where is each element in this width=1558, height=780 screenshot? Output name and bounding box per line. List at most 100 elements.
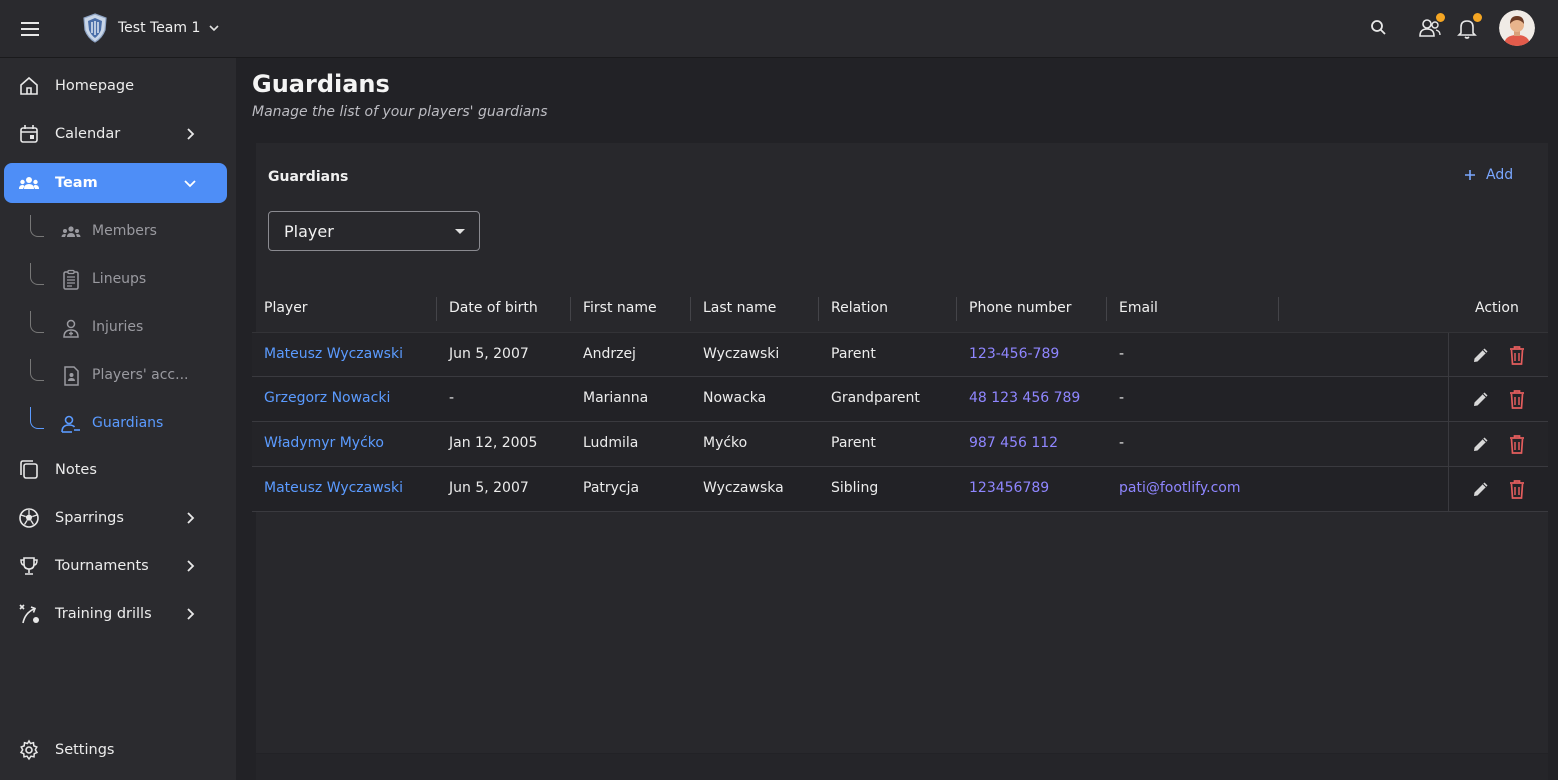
edit-pencil-icon[interactable] [1471, 389, 1491, 409]
action-cell [1448, 467, 1548, 511]
sidebar-item-label: Team [55, 175, 98, 191]
cell-dob: Jan 12, 2005 [449, 435, 538, 451]
player-link[interactable]: Władymyr Myćko [264, 435, 384, 451]
team-name: Test Team 1 [118, 20, 201, 36]
sidebar-subitem-guardians[interactable]: Guardians [30, 403, 227, 443]
sidebar-subitem-label: Members [92, 223, 157, 239]
tree-branch [30, 263, 44, 285]
cell-relation: Parent [831, 435, 876, 451]
table-row: Władymyr Myćko Jan 12, 2005 Ludmila Myćk… [252, 422, 1548, 467]
sidebar-item-settings[interactable]: Settings [4, 730, 227, 770]
sidebar-item-calendar[interactable]: Calendar [4, 114, 227, 154]
sidebar-item-label: Homepage [55, 78, 135, 94]
add-guardian-button[interactable]: Add [1462, 167, 1513, 183]
phone-link[interactable]: 123-456-789 [969, 346, 1059, 362]
col-header-relation[interactable]: Relation [831, 300, 888, 316]
delete-trash-icon[interactable] [1507, 478, 1527, 500]
chevron-right-icon [182, 510, 198, 526]
col-header-dob[interactable]: Date of birth [449, 300, 538, 316]
cell-last-name: Wyczawski [703, 346, 780, 362]
sidebar-subitem-players-accounts[interactable]: Players' acc... [30, 355, 227, 395]
page-subtitle: Manage the list of your players' guardia… [252, 104, 548, 120]
player-link[interactable]: Grzegorz Nowacki [264, 390, 390, 406]
email-link[interactable]: pati@footlify.com [1119, 480, 1241, 496]
sidebar-subitem-label: Lineups [92, 271, 147, 287]
cell-relation: Parent [831, 346, 876, 362]
sidebar-subitem-label: Guardians [92, 415, 164, 431]
chevron-right-icon [182, 606, 198, 622]
search-icon[interactable] [1366, 15, 1392, 41]
phone-link[interactable]: 987 456 112 [969, 435, 1058, 451]
notes-icon [18, 459, 40, 481]
team-requests-icon[interactable] [1417, 13, 1445, 41]
edit-pencil-icon[interactable] [1471, 434, 1491, 454]
column-separator [1106, 297, 1107, 321]
cell-first-name: Patrycja [583, 480, 640, 496]
notification-dot [1473, 13, 1482, 22]
sidebar-item-label: Sparrings [55, 510, 124, 526]
sidebar-item-tournaments[interactable]: Tournaments [4, 546, 227, 586]
edit-pencil-icon[interactable] [1471, 479, 1491, 499]
sidebar-subitem-members[interactable]: Members [30, 211, 227, 251]
sidebar-item-sparrings[interactable]: Sparrings [4, 498, 227, 538]
account-file-icon [60, 365, 82, 387]
col-header-first-name[interactable]: First name [583, 300, 657, 316]
caret-down-icon [455, 229, 465, 234]
tree-branch [30, 359, 44, 381]
cell-dob: Jun 5, 2007 [449, 346, 529, 362]
cell-last-name: Nowacka [703, 390, 767, 406]
col-header-email[interactable]: Email [1119, 300, 1158, 316]
phone-link[interactable]: 48 123 456 789 [969, 390, 1080, 406]
bell-icon[interactable] [1454, 13, 1482, 41]
guardian-icon [60, 413, 82, 435]
sidebar-item-notes[interactable]: Notes [4, 450, 227, 490]
sidebar-item-label: Settings [55, 742, 115, 758]
column-separator [956, 297, 957, 321]
sidebar-subitem-lineups[interactable]: Lineups [30, 259, 227, 299]
table-header: Player Date of birth First name Last nam… [252, 288, 1548, 332]
col-header-last-name[interactable]: Last name [703, 300, 776, 316]
add-button-label: Add [1486, 167, 1514, 183]
delete-trash-icon[interactable] [1507, 344, 1527, 366]
cell-first-name: Andrzej [583, 346, 636, 362]
sidebar-item-team[interactable]: Team [4, 163, 227, 203]
tree-branch [30, 311, 44, 333]
sidebar-item-label: Notes [55, 462, 97, 478]
team-logo-icon [82, 13, 108, 43]
members-icon [60, 221, 82, 243]
column-separator [436, 297, 437, 321]
menu-icon[interactable] [18, 17, 42, 41]
action-cell [1448, 333, 1548, 377]
delete-trash-icon[interactable] [1507, 433, 1527, 455]
action-cell [1448, 377, 1548, 421]
cell-relation: Grandparent [831, 390, 920, 406]
player-filter-select[interactable]: Player [268, 211, 480, 251]
sidebar-subitem-label: Players' acc... [92, 367, 189, 383]
team-switcher[interactable]: Test Team 1 [82, 12, 222, 44]
table-row: Grzegorz Nowacki - Marianna Nowacka Gran… [252, 377, 1548, 422]
edit-pencil-icon[interactable] [1471, 345, 1491, 365]
player-link[interactable]: Mateusz Wyczawski [264, 346, 403, 362]
page-title: Guardians [252, 70, 390, 98]
sidebar: Homepage Calendar Team Members Lineups I… [0, 58, 236, 780]
chevron-down-icon [206, 20, 222, 36]
delete-trash-icon[interactable] [1507, 388, 1527, 410]
player-link[interactable]: Mateusz Wyczawski [264, 480, 403, 496]
sidebar-item-homepage[interactable]: Homepage [4, 66, 227, 106]
top-bar: Test Team 1 [0, 0, 1558, 58]
tree-branch [30, 407, 44, 429]
phone-link[interactable]: 123456789 [969, 480, 1049, 496]
sidebar-item-training-drills[interactable]: Training drills [4, 594, 227, 634]
chevron-down-icon [182, 175, 198, 191]
col-header-phone[interactable]: Phone number [969, 300, 1071, 316]
cell-first-name: Ludmila [583, 435, 639, 451]
cell-relation: Sibling [831, 480, 879, 496]
col-header-player[interactable]: Player [264, 300, 308, 316]
sidebar-subitem-injuries[interactable]: Injuries [30, 307, 227, 347]
cell-last-name: Wyczawska [703, 480, 784, 496]
avatar[interactable] [1499, 10, 1535, 46]
sidebar-item-label: Training drills [55, 606, 152, 622]
horizontal-scrollbar[interactable] [256, 754, 1548, 780]
cell-last-name: Myćko [703, 435, 748, 451]
column-separator [1278, 297, 1279, 321]
